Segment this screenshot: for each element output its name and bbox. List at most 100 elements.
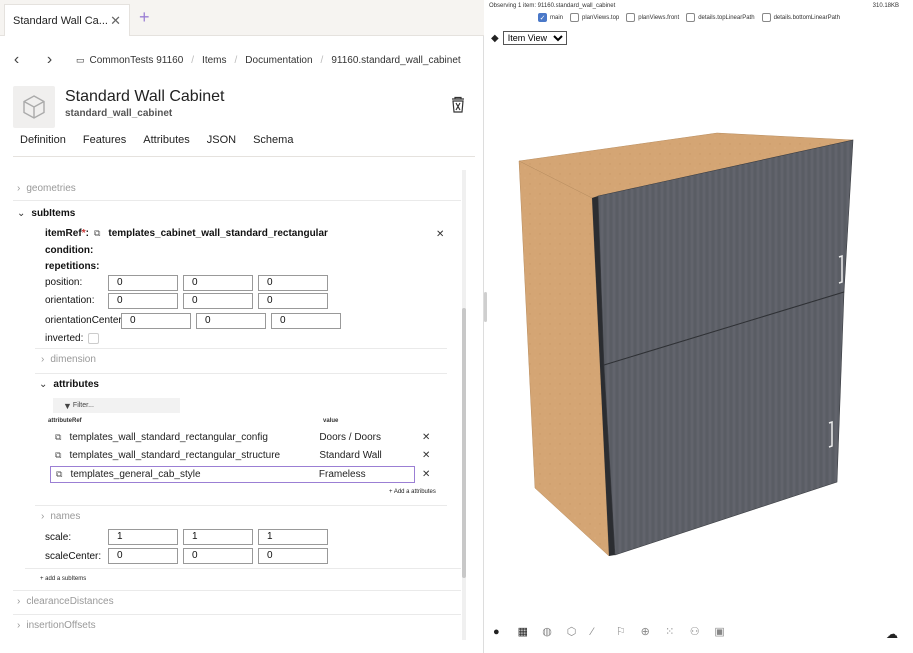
section-label: attributes xyxy=(53,378,99,390)
orientation-center-y-input[interactable]: 0 xyxy=(196,313,266,329)
palette-icon[interactable]: ● xyxy=(493,626,518,638)
remove-attribute-icon[interactable]: ✕ xyxy=(422,432,430,443)
tab-standard-wall-cabinet[interactable]: Standard Wall Ca... ✕ xyxy=(4,4,130,36)
scale-center-label: scaleCenter: xyxy=(45,550,102,562)
itemref-value[interactable]: templates_cabinet_wall_standard_rectangu… xyxy=(108,228,328,239)
inverted-checkbox[interactable] xyxy=(88,332,100,344)
external-link-icon[interactable]: ⧉ xyxy=(56,469,62,480)
view-checkboxes: ✓ main planViews.top planViews.front deta… xyxy=(538,13,847,22)
section-label: geometries xyxy=(26,182,76,194)
external-link-icon[interactable]: ⧉ xyxy=(55,432,61,443)
scale-center-y-input[interactable]: 0 xyxy=(183,548,253,564)
breadcrumb-item[interactable]: Items xyxy=(202,55,226,66)
tab-json[interactable]: JSON xyxy=(207,134,236,146)
tab-attributes[interactable]: Attributes xyxy=(143,134,189,146)
view-toggle-top-linear-path[interactable]: details.topLinearPath xyxy=(686,13,755,22)
position-z-input[interactable]: 0 xyxy=(258,275,328,291)
tab-definition[interactable]: Definition xyxy=(20,134,66,146)
view-toggle-bottom-linear-path[interactable]: details.bottomLinearPath xyxy=(761,13,840,22)
box-icon[interactable]: ⬡ xyxy=(567,625,592,638)
brush-icon[interactable]: ⁄ xyxy=(591,626,616,638)
add-attributes-button[interactable]: + Add a attributes xyxy=(389,489,436,495)
orientation-y-input[interactable]: 0 xyxy=(183,293,253,309)
tab-bar: Standard Wall Ca... ✕ + xyxy=(0,0,484,36)
breadcrumb-item[interactable]: CommonTests 91160 xyxy=(90,55,184,66)
view-toggle-plan-top[interactable]: planViews.top xyxy=(570,13,619,22)
attribute-row-selected[interactable]: ⧉ templates_general_cab_style Frameless xyxy=(50,466,415,483)
trash-icon[interactable] xyxy=(449,96,467,119)
remove-attribute-icon[interactable]: ✕ xyxy=(422,450,430,461)
grid-icon[interactable]: ▦ xyxy=(518,625,543,638)
position-x-input[interactable]: 0 xyxy=(108,275,178,291)
subitems-section[interactable]: ⌄ subItems xyxy=(17,203,75,223)
page-tabs: Definition Features Attributes JSON Sche… xyxy=(20,134,310,146)
left-pane: Standard Wall Ca... ✕ + ‹ › ▭ CommonTest… xyxy=(0,0,484,653)
breadcrumb-separator: / xyxy=(234,54,238,66)
hierarchy-icon[interactable]: ⚇ xyxy=(690,625,715,638)
cloud-download-icon[interactable]: ☁ xyxy=(886,627,898,641)
checkbox-icon xyxy=(761,13,771,22)
position-y-input[interactable]: 0 xyxy=(183,275,253,291)
tab-features[interactable]: Features xyxy=(83,134,126,146)
view-mode-select[interactable]: Item View xyxy=(502,31,567,45)
flag-icon[interactable]: ⚐ xyxy=(616,625,641,638)
divider xyxy=(35,348,447,349)
attribute-ref: templates_general_cab_style xyxy=(70,469,201,480)
material-icon[interactable]: ◍ xyxy=(542,625,567,638)
forward-icon[interactable]: › xyxy=(33,51,66,69)
scale-y-input[interactable]: 1 xyxy=(183,529,253,545)
breadcrumb: ‹ › ▭ CommonTests 91160 / Items / Docume… xyxy=(0,46,484,74)
filter-input[interactable]: ▼ Filter... xyxy=(53,398,180,413)
attributes-section[interactable]: ⌄ attributes xyxy=(39,374,99,394)
external-link-icon[interactable]: ⧉ xyxy=(94,228,100,239)
image-icon[interactable]: ▣ xyxy=(714,625,739,638)
geometries-section[interactable]: › geometries xyxy=(17,178,76,198)
view-toggle-plan-front[interactable]: planViews.front xyxy=(626,13,679,22)
view-toggle-main[interactable]: ✓ main xyxy=(538,13,563,22)
breadcrumb-item[interactable]: 91160.standard_wall_cabinet xyxy=(331,55,460,66)
insertion-offsets-section[interactable]: › insertionOffsets xyxy=(17,615,96,635)
attribute-ref: templates_wall_standard_rectangular_conf… xyxy=(69,432,268,443)
tab-schema[interactable]: Schema xyxy=(253,134,293,146)
attribute-value[interactable]: Doors / Doors xyxy=(319,432,415,443)
orientation-z-input[interactable]: 0 xyxy=(258,293,328,309)
checkbox-icon xyxy=(570,13,580,22)
remove-attribute-icon[interactable]: ✕ xyxy=(422,469,430,480)
section-label: clearanceDistances xyxy=(26,595,114,607)
target-icon[interactable]: ⊕ xyxy=(641,625,666,638)
attribute-row[interactable]: ⧉ templates_wall_standard_rectangular_st… xyxy=(50,447,415,464)
add-subitems-button[interactable]: + add a subItems xyxy=(40,576,86,582)
project-icon: ▭ xyxy=(76,54,85,65)
3d-viewport[interactable] xyxy=(487,50,913,620)
checkbox-icon xyxy=(626,13,636,22)
dimension-section[interactable]: › dimension xyxy=(41,349,96,369)
view-selector: ◆ Item View xyxy=(491,31,567,45)
page-subtitle: standard_wall_cabinet xyxy=(65,108,173,119)
back-icon[interactable]: ‹ xyxy=(0,51,33,69)
scale-center-z-input[interactable]: 0 xyxy=(258,548,328,564)
breadcrumb-item[interactable]: Documentation xyxy=(245,55,312,66)
attribute-value[interactable]: Standard Wall xyxy=(319,450,415,461)
orientation-center-z-input[interactable]: 0 xyxy=(271,313,341,329)
app-root: Standard Wall Ca... ✕ + ‹ › ▭ CommonTest… xyxy=(0,0,913,653)
add-tab-icon[interactable]: + xyxy=(139,7,150,28)
breadcrumb-separator: / xyxy=(191,54,195,66)
close-icon[interactable]: ✕ xyxy=(110,13,121,29)
itemref-label: itemRef xyxy=(45,227,82,239)
scale-center-x-input[interactable]: 0 xyxy=(108,548,178,564)
inverted-row: inverted: xyxy=(45,328,100,348)
orientation-x-input[interactable]: 0 xyxy=(108,293,178,309)
scrollbar-thumb[interactable] xyxy=(462,308,466,578)
scale-z-input[interactable]: 1 xyxy=(258,529,328,545)
viewer-toolbar: ● ▦ ◍ ⬡ ⁄ ⚐ ⊕ ⁙ ⚇ ▣ xyxy=(493,625,739,639)
column-header-attributeref: attributeRef xyxy=(48,418,82,424)
scale-x-input[interactable]: 1 xyxy=(108,529,178,545)
remove-itemref-icon[interactable]: ✕ xyxy=(436,229,444,240)
dots-icon[interactable]: ⁙ xyxy=(665,625,690,638)
external-link-icon[interactable]: ⧉ xyxy=(55,450,61,461)
attribute-row[interactable]: ⧉ templates_wall_standard_rectangular_co… xyxy=(50,429,415,446)
attribute-value[interactable]: Frameless xyxy=(319,469,414,480)
clearance-distances-section[interactable]: › clearanceDistances xyxy=(17,591,114,611)
orientation-center-x-input[interactable]: 0 xyxy=(121,313,191,329)
names-section[interactable]: › names xyxy=(41,506,80,526)
